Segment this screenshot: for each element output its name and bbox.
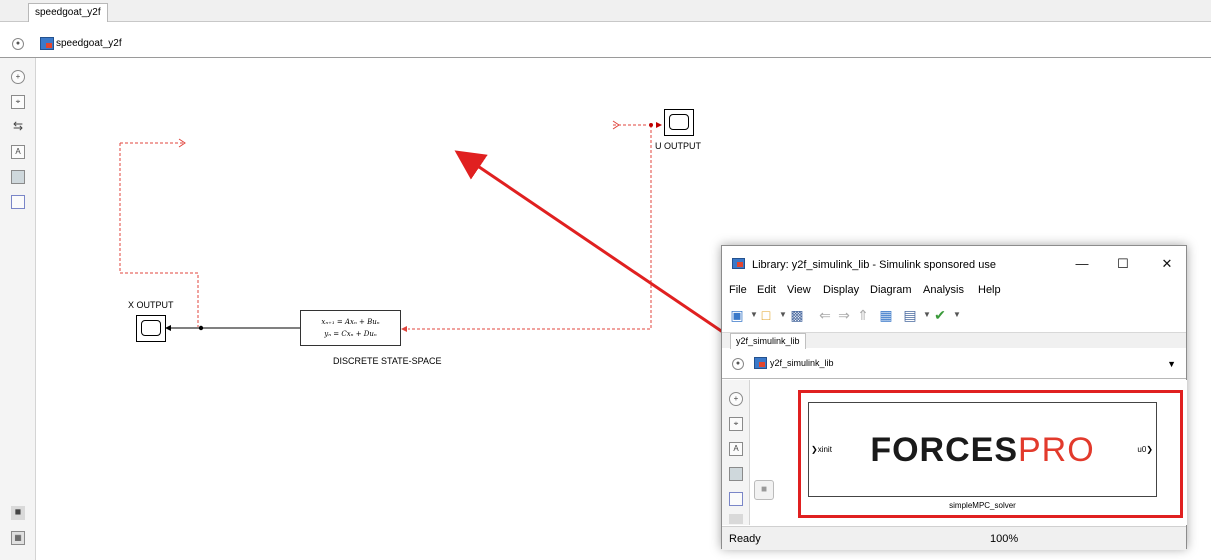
new-model-icon[interactable]: ▣ — [729, 307, 745, 323]
library-tabstrip: y2f_simulink_lib — [722, 332, 1186, 349]
library-address-text[interactable]: y2f_simulink_lib — [770, 358, 834, 368]
dashed-signal-right — [408, 125, 652, 330]
menu-analysis[interactable]: Analysis — [923, 284, 964, 296]
check-dropdown-icon[interactable]: ▼ — [949, 307, 965, 323]
ss-equation-1: xₙ₊₁ = Axₙ + Buₙ — [321, 318, 380, 326]
left-palette: + ⌖ ⇆ A ◼ ▦ — [0, 58, 36, 560]
ss-input-arrowhead — [401, 326, 407, 332]
library-toolbar: ▣ ▼ □ ▼ ▩ ⇐ ⇒ ⇑ ▦ ▤ ▼ ✔ ▼ — [722, 302, 1186, 330]
zoom-in-icon[interactable]: + — [11, 70, 25, 84]
screenshot-icon[interactable]: ▦ — [11, 531, 25, 545]
branch-dot-x — [198, 325, 204, 331]
library-canvas[interactable]: ❯xinit FORCESPRO u0❯ simpleMPC_solver ■ — [751, 380, 1187, 525]
u-output-arrowhead — [656, 122, 662, 128]
library-window: Library: y2f_simulink_lib - Simulink spo… — [721, 245, 1187, 550]
branch-dot-u — [649, 123, 653, 127]
status-text: Ready — [729, 533, 761, 545]
library-browser-icon[interactable]: ▦ — [878, 307, 894, 323]
menu-display[interactable]: Display — [823, 284, 859, 296]
tab-speedgoat-y2f[interactable]: speedgoat_y2f — [28, 3, 108, 22]
status-bar: Ready 100% — [722, 526, 1186, 550]
rectangle-icon[interactable] — [729, 492, 743, 506]
menu-edit[interactable]: Edit — [757, 284, 776, 296]
annotation-icon[interactable]: A — [11, 145, 25, 159]
lock-icon[interactable]: ■ — [754, 480, 774, 500]
u-output-scope[interactable] — [664, 109, 694, 136]
menu-help[interactable]: Help — [978, 284, 1001, 296]
menu-diagram[interactable]: Diagram — [870, 284, 912, 296]
menu-file[interactable]: File — [729, 284, 747, 296]
address-text[interactable]: speedgoat_y2f — [56, 38, 122, 49]
rectangle-icon[interactable] — [11, 195, 25, 209]
fit-view-icon[interactable]: ⌖ — [729, 417, 743, 431]
address-bar: ● speedgoat_y2f — [0, 30, 1211, 58]
menu-bar: File Edit View Display Diagram Analysis … — [722, 282, 1186, 300]
library-titlebar[interactable]: Library: y2f_simulink_lib - Simulink spo… — [722, 246, 1186, 282]
image-icon[interactable] — [729, 467, 743, 481]
library-address-bar: ● y2f_simulink_lib ▼ — [722, 349, 1186, 379]
fit-view-icon[interactable]: ⌖ — [11, 95, 25, 109]
hide-explorer-icon[interactable]: ● — [732, 358, 744, 370]
menu-view[interactable]: View — [787, 284, 811, 296]
camera-icon[interactable]: ◼ — [11, 506, 25, 520]
minimize-button[interactable]: — — [1067, 256, 1097, 271]
tab-y2f-simulink-lib[interactable]: y2f_simulink_lib — [730, 333, 806, 349]
close-button[interactable]: ✕ — [1152, 256, 1182, 272]
save-icon[interactable]: ▩ — [789, 307, 805, 323]
x-output-scope[interactable] — [136, 315, 166, 342]
hide-explorer-icon[interactable]: ● — [12, 38, 24, 50]
u-output-label: U OUTPUT — [655, 141, 701, 151]
maximize-button[interactable]: ☐ — [1108, 256, 1138, 272]
forward-icon[interactable]: ⇒ — [836, 307, 852, 323]
back-icon[interactable]: ⇐ — [817, 307, 833, 323]
arrow-right-icon[interactable]: ⇆ — [11, 120, 25, 134]
open-folder-icon[interactable]: □ — [758, 307, 774, 323]
chevron-down-icon[interactable]: ▼ — [1167, 359, 1176, 369]
ss-equation-2: yₙ = Cxₙ + Duₙ — [324, 330, 377, 338]
zoom-level: 100% — [990, 533, 1019, 545]
library-model-icon — [754, 357, 767, 369]
model-explorer-icon[interactable]: ▤ — [902, 307, 918, 323]
annotation-icon[interactable]: A — [729, 442, 743, 456]
camera-icon[interactable] — [729, 514, 743, 524]
library-left-palette: + ⌖ A — [722, 380, 750, 525]
state-space-block[interactable]: xₙ₊₁ = Axₙ + Buₙ yₙ = Cxₙ + Duₙ — [300, 310, 401, 346]
up-icon[interactable]: ⇑ — [855, 307, 871, 323]
image-icon[interactable] — [11, 170, 25, 184]
model-icon — [40, 37, 54, 50]
ss-block-label: DISCRETE STATE-SPACE — [333, 356, 442, 366]
highlight-box — [798, 390, 1183, 518]
zoom-in-icon[interactable]: + — [729, 392, 743, 406]
library-title: Library: y2f_simulink_lib - Simulink spo… — [752, 259, 996, 271]
app-root: speedgoat_y2f ● speedgoat_y2f + ⌖ ⇆ A ◼ … — [0, 0, 1211, 560]
x-output-label: X OUTPUT — [128, 300, 174, 310]
simulink-icon — [732, 258, 745, 269]
model-tabstrip: speedgoat_y2f — [0, 0, 1211, 22]
check-icon[interactable]: ✔ — [932, 307, 948, 323]
